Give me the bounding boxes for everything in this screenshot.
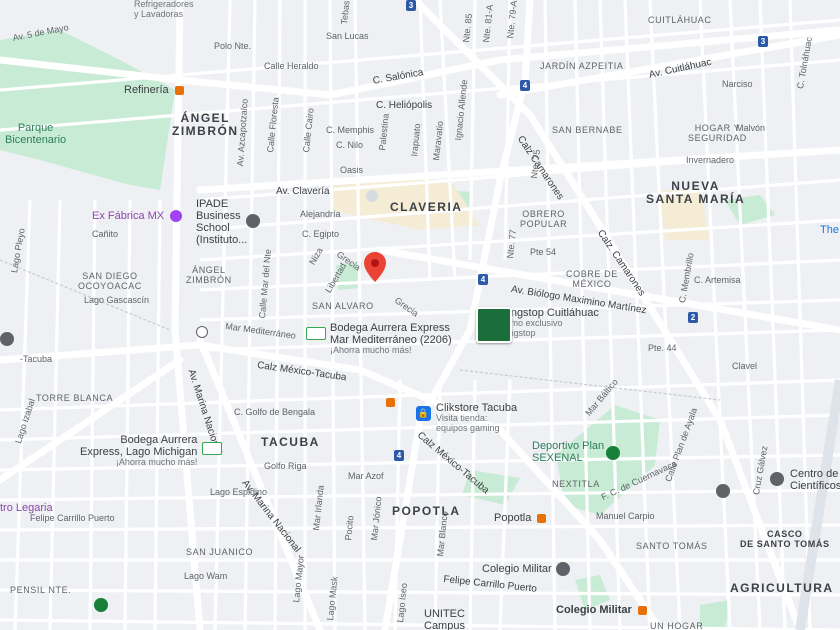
school-icon: [246, 214, 260, 228]
street-clavel: Clavel: [732, 361, 758, 371]
poi-colegio-militar-metro[interactable]: Colegio Militar: [556, 604, 647, 616]
street-calle-heraldo: Calle Heraldo: [264, 61, 319, 71]
poi-popotla-metro[interactable]: Popotla: [494, 512, 547, 524]
poi-colegio-militar[interactable]: Colegio Militar: [482, 563, 552, 575]
metro-icon: [386, 398, 395, 407]
store-icon: [201, 442, 222, 455]
area-santo-tomas: SANTO TOMÁS: [636, 541, 708, 551]
street-lago-gascascin: Lago Gascascín: [84, 295, 150, 305]
street-canito: Cañito: [92, 229, 119, 239]
poi-unitec[interactable]: UNITEC Campus: [424, 608, 465, 630]
street-lago-wam: Lago Wam: [184, 571, 228, 581]
poi-clikstore[interactable]: 🔒 Clikstore Tacuba Visita tienda: equipo…: [416, 402, 517, 434]
school-icon: [770, 472, 784, 486]
street-oasis: Oasis: [340, 165, 364, 175]
park-icon: [606, 446, 620, 460]
route-shield-3: 3: [758, 36, 768, 47]
poi-centro[interactable]: Centro de Científicos: [790, 468, 840, 492]
roundabout-icon: [366, 190, 378, 202]
area-pensil: PENSIL NTE.: [10, 585, 72, 595]
street-nilo: C. Nilo: [336, 140, 364, 150]
route-shield-2: 2: [688, 312, 698, 323]
area-san-alvaro: SAN ALVARO: [312, 301, 374, 311]
street-golfo-bengala: C. Golfo de Bengala: [234, 407, 316, 417]
street-felipe-carrillo: Felipe Carrillo Puerto: [30, 513, 115, 523]
poi-ipade[interactable]: IPADE Business School (Instituto...: [196, 198, 247, 246]
shopping-bag-icon: 🔒: [416, 406, 431, 421]
street-memphis: C. Memphis: [326, 125, 375, 135]
poi-wingstop[interactable]: Wingstop Cuitláhuac Termo exclusivo Wing…: [476, 307, 599, 343]
street-pte-54: Pte 54: [530, 247, 557, 257]
area-angel-zimbron-small: ÁNGEL ZIMBRÓN: [186, 265, 232, 285]
street-san-lucas: San Lucas: [326, 31, 369, 41]
neighborhood-claveria: CLAVERIA: [390, 200, 463, 214]
poi-bodega-michigan[interactable]: Bodega Aurrera Express, Lago Michigan ¡Ah…: [80, 434, 222, 470]
route-shield-4: 4: [520, 80, 530, 91]
area-san-diego: SAN DIEGO OCOYOACAC: [78, 271, 142, 291]
street-golfo-riga: Golfo Riga: [264, 461, 307, 471]
neighborhood-angel-zimbron: ÁNGEL ZIMBRÓN: [172, 111, 239, 139]
area-un-hogar: UN HOGAR: [650, 621, 704, 630]
transit-icon: [196, 326, 208, 338]
street-pte-tacuba: -Tacuba: [20, 354, 53, 364]
school-icon: [716, 484, 730, 498]
street-malvon: Malvón: [736, 123, 766, 133]
poi-refineria[interactable]: Refinería: [124, 84, 184, 96]
street-pte-44: Pte. 44: [648, 343, 677, 353]
neighborhood-agricultura: AGRICULTURA: [730, 581, 834, 595]
poi-lavadoras[interactable]: Refrigeradores y Lavadoras: [134, 0, 194, 20]
map-canvas[interactable]: ÁNGEL ZIMBRÓN CLAVERIA NUEVA SANTA MARÍA T…: [0, 0, 840, 630]
metro-icon: [537, 513, 547, 523]
street-polo-nte: Polo Nte.: [214, 41, 252, 51]
area-cuitlahuac: CUITLÁHUAC: [648, 15, 712, 25]
route-shield-4: 4: [394, 450, 404, 461]
poi-tro-legaria[interactable]: tro Legaria: [0, 502, 53, 514]
area-cobre: COBRE DE MÉXICO: [566, 269, 618, 289]
street-heliopolis: C. Heliópolis: [376, 100, 433, 111]
neighborhood-tacuba: TACUBA: [261, 435, 320, 449]
store-icon: [306, 327, 326, 340]
restaurant-icon: [174, 85, 184, 95]
metro-icon: [637, 605, 647, 615]
area-jardin-azpeitia: JARDÍN AZPEITIA: [540, 61, 624, 71]
park-icon: [94, 598, 108, 612]
area-torre-blanca: TORRE BLANCA: [36, 393, 114, 403]
area-nextitla: NEXTITLA: [552, 479, 600, 489]
poi-bodega-mar[interactable]: Bodega Aurrera Express Mar Mediterráneo (…: [306, 322, 452, 356]
street-invernadero: Invernadero: [686, 155, 735, 165]
area-san-bernabe: SAN BERNABE: [552, 125, 623, 135]
poi-parque-bicentenario[interactable]: Parque Bicentenario: [5, 122, 66, 146]
wingstop-logo-icon: [476, 307, 512, 343]
school-icon: [556, 562, 570, 576]
area-san-juanico: SAN JUANICO: [186, 547, 254, 557]
poi-deportivo[interactable]: Deportivo Plan SEXENAL: [532, 440, 604, 464]
poi-ex-fabrica[interactable]: Ex Fábrica MX: [92, 210, 183, 223]
park-bicentenario: [0, 30, 175, 190]
neighborhood-casco: CASCO DE SANTO TOMÁS: [740, 529, 830, 549]
street-egipto: C. Egipto: [302, 229, 340, 239]
poi-the[interactable]: The: [820, 224, 839, 236]
street-alejandria: Alejandría: [300, 209, 341, 219]
route-shield-3: 3: [406, 0, 416, 11]
street-mar-azof: Mar Azof: [348, 471, 384, 481]
location-pin-icon[interactable]: [364, 252, 386, 282]
museum-icon: [170, 210, 183, 223]
street-narciso: Narciso: [722, 79, 753, 89]
street-manuel-carpio: Manuel Carpio: [596, 511, 655, 521]
school-icon: [0, 332, 14, 346]
street-artemisa: C. Artemisa: [694, 275, 741, 285]
route-shield-4: 4: [478, 274, 488, 285]
park-agricultura: [700, 600, 730, 630]
neighborhood-nueva-santa-maria: NUEVA SANTA MARÍA: [646, 179, 746, 207]
area-obrero: OBRERO POPULAR: [520, 209, 568, 229]
street-av-claveria: Av. Clavería: [276, 186, 330, 197]
